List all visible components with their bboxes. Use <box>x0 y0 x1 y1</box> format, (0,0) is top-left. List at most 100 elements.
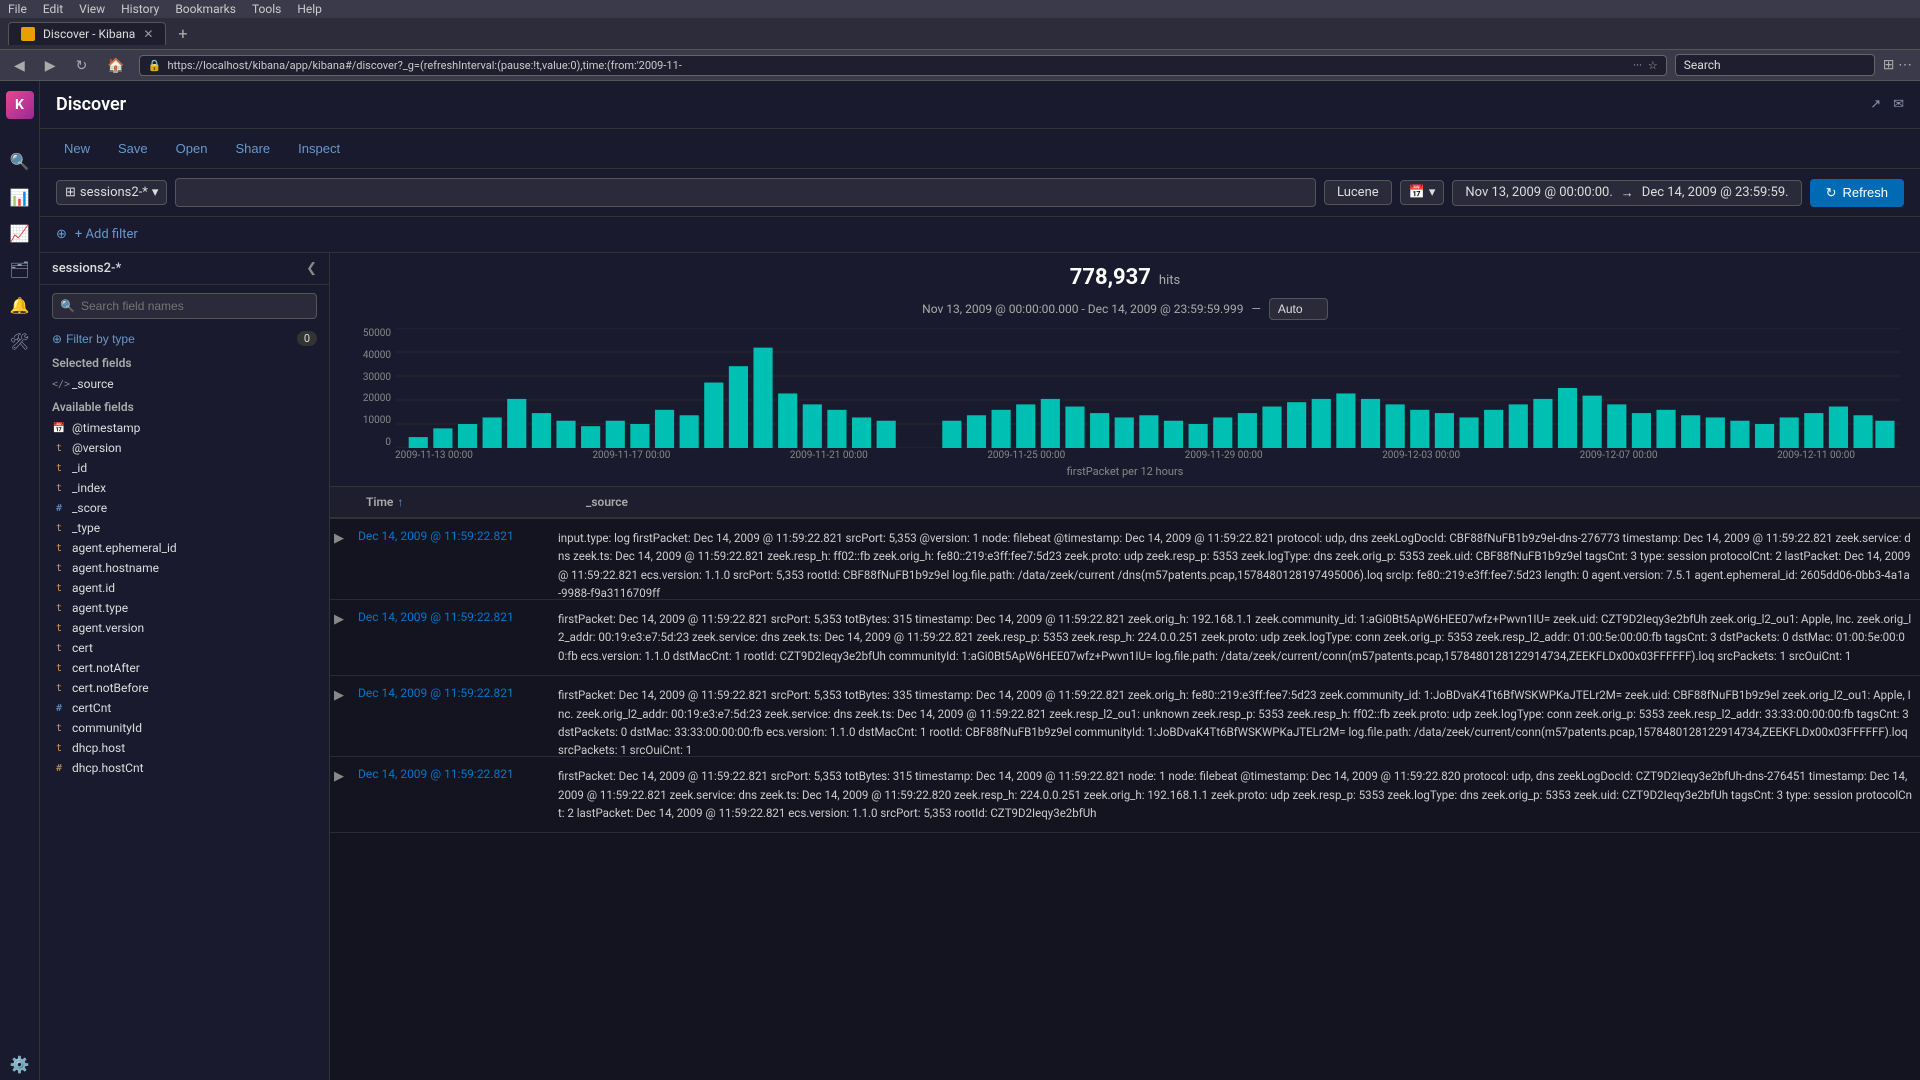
share-icon[interactable]: ↗ <box>1870 97 1881 112</box>
extensions-area: ⊞ ⋯ <box>1883 57 1912 73</box>
source-cell: firstPacket: Dec 14, 2009 @ 11:59:22.821… <box>550 757 1920 832</box>
menu-bookmarks[interactable]: Bookmarks <box>175 2 236 16</box>
time-cell[interactable]: Dec 14, 2009 @ 11:59:22.821 <box>350 600 550 675</box>
nav-bar: ◀ ▶ ↻ 🏠 🔒 https://localhost/kibana/app/k… <box>0 50 1920 81</box>
kibana-home-icon[interactable]: K <box>4 89 36 121</box>
expand-row-button[interactable]: ▶ <box>330 600 350 675</box>
search-fields-input[interactable] <box>52 293 317 319</box>
menu-file[interactable]: File <box>8 2 27 16</box>
field-name-agent-type: agent.type <box>72 601 128 615</box>
field-item-score[interactable]: # _score <box>40 498 329 518</box>
collapse-panel-button[interactable]: ❮ <box>306 261 317 276</box>
share-button[interactable]: Share <box>227 139 278 158</box>
refresh-label: Refresh <box>1842 185 1888 200</box>
discover-icon[interactable]: 🔍 <box>4 145 36 177</box>
menu-view[interactable]: View <box>79 2 105 16</box>
field-type-index: t <box>52 483 66 494</box>
add-filter-button[interactable]: + Add filter <box>75 227 138 242</box>
canvas-icon[interactable]: 🗂 <box>4 253 36 285</box>
field-item-cert[interactable]: t cert <box>40 638 329 658</box>
menu-help[interactable]: Help <box>297 2 322 16</box>
field-item-agent-ephemeral[interactable]: t agent.ephemeral_id <box>40 538 329 558</box>
table-row: ▶ Dec 14, 2009 @ 11:59:22.821 input.type… <box>330 519 1920 600</box>
field-item-agent-id[interactable]: t agent.id <box>40 578 329 598</box>
visualize-icon[interactable]: 📈 <box>4 217 36 249</box>
app-title: Discover <box>56 94 126 115</box>
field-item-communityid[interactable]: t communityId <box>40 718 329 738</box>
field-item-certcnt[interactable]: # certCnt <box>40 698 329 718</box>
time-cell[interactable]: Dec 14, 2009 @ 11:59:22.821 <box>350 757 550 832</box>
field-type-cert: t <box>52 643 66 654</box>
dev-tools-icon[interactable]: 🛠 <box>4 325 36 357</box>
browser-tab[interactable]: Discover - Kibana ✕ <box>8 22 166 45</box>
field-name-certcnt: certCnt <box>72 701 111 715</box>
inspect-button[interactable]: Inspect <box>290 139 348 158</box>
field-item-id[interactable]: t _id <box>40 458 329 478</box>
menu-history[interactable]: History <box>121 2 159 16</box>
home-button[interactable]: 🏠 <box>101 55 130 76</box>
new-tab-button[interactable]: + <box>170 24 195 43</box>
field-item-type[interactable]: t _type <box>40 518 329 538</box>
reload-button[interactable]: ↻ <box>70 55 94 76</box>
menu-edit[interactable]: Edit <box>43 2 63 16</box>
alerting-icon[interactable]: 🔔 <box>4 289 36 321</box>
histogram-svg <box>395 328 1900 448</box>
mail-icon[interactable]: ✉ <box>1893 97 1904 112</box>
index-display-name: sessions2-* <box>52 261 121 276</box>
browser-search-placeholder: Search <box>1684 58 1721 72</box>
field-item-agent-version[interactable]: t agent.version <box>40 618 329 638</box>
new-button[interactable]: New <box>56 139 98 158</box>
time-column-header[interactable]: Time ↑ <box>366 495 586 509</box>
settings-icon[interactable]: ⚙️ <box>4 1048 36 1080</box>
field-item-cert-notbefore[interactable]: t cert.notBefore <box>40 678 329 698</box>
query-input[interactable] <box>175 178 1316 207</box>
auto-interval-select[interactable]: Auto <box>1269 298 1328 320</box>
index-selector[interactable]: ⊞ sessions2-* ▾ <box>56 180 167 205</box>
source-cell: input.type: log firstPacket: Dec 14, 200… <box>550 519 1920 599</box>
field-item-cert-notafter[interactable]: t cert.notAfter <box>40 658 329 678</box>
field-name-timestamp: @timestamp <box>72 421 140 435</box>
menu-tools[interactable]: Tools <box>252 2 281 16</box>
query-bar: ⊞ sessions2-* ▾ Lucene 📅 ▾ Nov 13, 2009 … <box>40 169 1920 217</box>
field-type-agent-version: t <box>52 623 66 634</box>
filter-by-type-button[interactable]: ⊕ Filter by type <box>52 332 135 346</box>
field-item-source[interactable]: </> _source <box>40 374 329 394</box>
results-area[interactable]: Time ↑ _source ▶ Dec 14, 2009 @ 11:59:22… <box>330 487 1920 1080</box>
hits-display: 778,937 hits <box>1070 265 1180 290</box>
browser-search-bar[interactable]: Search <box>1675 54 1875 76</box>
histogram-date-range: Nov 13, 2009 @ 00:00:00.000 - Dec 14, 20… <box>922 302 1243 316</box>
url-bar[interactable]: 🔒 https://localhost/kibana/app/kibana#/d… <box>139 55 1667 76</box>
field-item-agent-type[interactable]: t agent.type <box>40 598 329 618</box>
expand-row-button[interactable]: ▶ <box>330 676 350 756</box>
field-type-communityid: t <box>52 723 66 734</box>
field-item-dhcp-hostcnt[interactable]: # dhcp.hostCnt <box>40 758 329 778</box>
date-range-display[interactable]: Nov 13, 2009 @ 00:00:00. → Dec 14, 2009 … <box>1452 180 1801 206</box>
expand-row-button[interactable]: ▶ <box>330 757 350 832</box>
field-item-version[interactable]: t @version <box>40 438 329 458</box>
x-label-4: 2009-11-25 00:00 <box>987 450 1065 461</box>
refresh-button[interactable]: ↻ Refresh <box>1810 179 1904 207</box>
forward-button[interactable]: ▶ <box>39 55 62 76</box>
dashboard-icon[interactable]: 📊 <box>4 181 36 213</box>
back-button[interactable]: ◀ <box>8 55 31 76</box>
filter-type-row: ⊕ Filter by type 0 <box>40 327 329 350</box>
field-name-agent-hostname: agent.hostname <box>72 561 159 575</box>
field-item-dhcp-host[interactable]: t dhcp.host <box>40 738 329 758</box>
field-name-agent-version: agent.version <box>72 621 144 635</box>
open-button[interactable]: Open <box>168 139 216 158</box>
tab-close-button[interactable]: ✕ <box>143 27 153 41</box>
time-cell[interactable]: Dec 14, 2009 @ 11:59:22.821 <box>350 519 550 599</box>
field-item-index[interactable]: t _index <box>40 478 329 498</box>
browser-menu: File Edit View History Bookmarks Tools H… <box>0 0 1920 18</box>
time-filter-button[interactable]: 📅 ▾ <box>1400 180 1445 205</box>
lucene-button[interactable]: Lucene <box>1324 180 1392 205</box>
save-button[interactable]: Save <box>110 139 156 158</box>
field-item-timestamp[interactable]: 📅 @timestamp <box>40 418 329 438</box>
time-cell[interactable]: Dec 14, 2009 @ 11:59:22.821 <box>350 676 550 756</box>
field-item-agent-hostname[interactable]: t agent.hostname <box>40 558 329 578</box>
expand-row-button[interactable]: ▶ <box>330 519 350 599</box>
time-label: Time <box>366 495 393 509</box>
field-type-certcnt: # <box>52 703 66 714</box>
field-name-source: _source <box>72 377 114 391</box>
field-type-score: # <box>52 503 66 514</box>
